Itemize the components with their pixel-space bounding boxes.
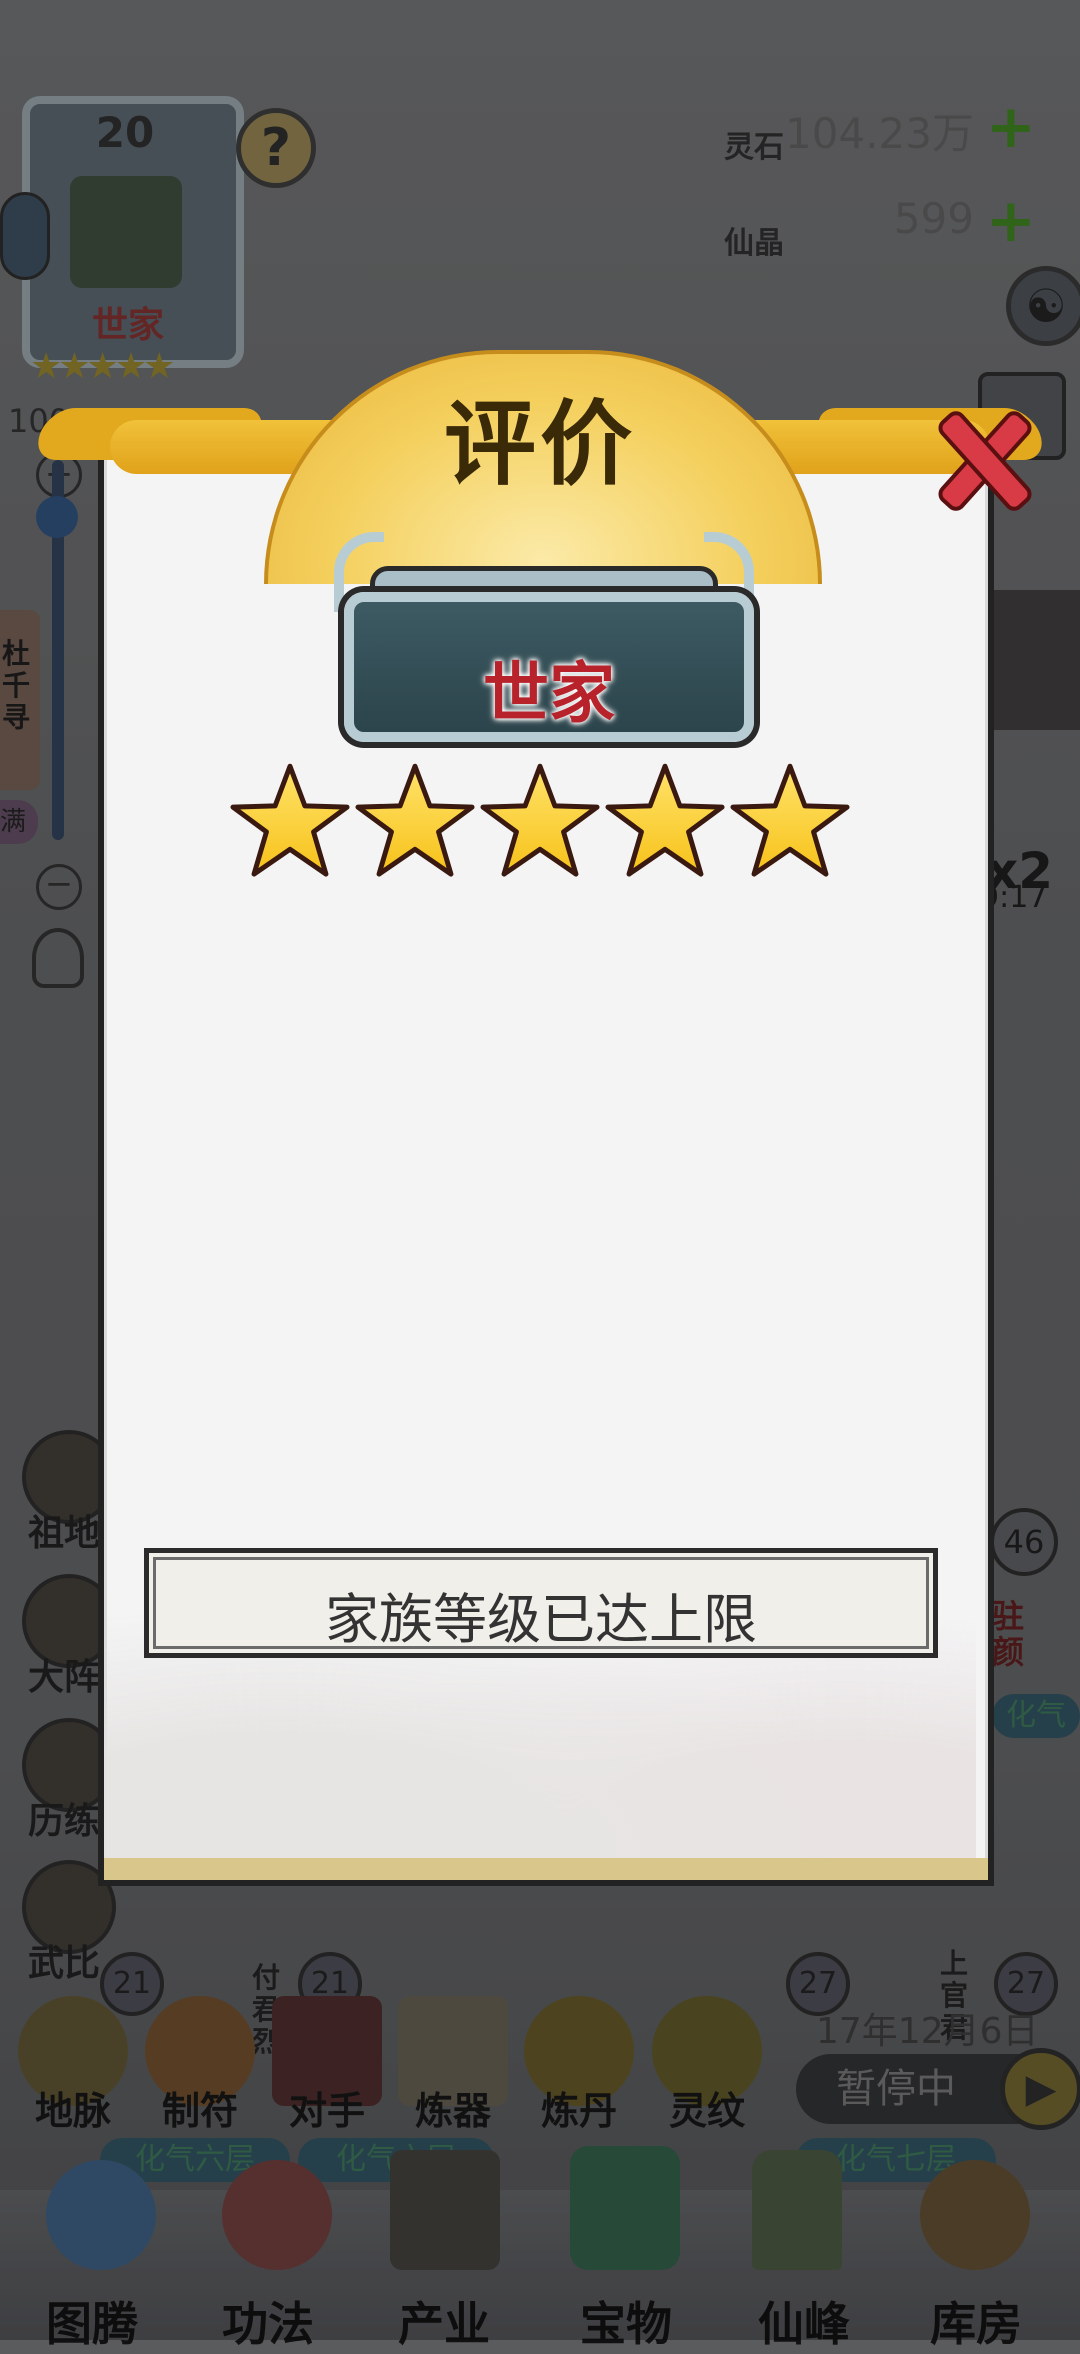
dialog-bottom-border <box>98 1858 994 1886</box>
star-icon <box>480 763 600 877</box>
rating-stars <box>228 760 852 890</box>
rank-label: 世家 <box>483 655 615 732</box>
star-icon <box>605 763 725 877</box>
close-x-icon[interactable] <box>920 402 1036 515</box>
star-icon <box>730 763 850 877</box>
dialog-title: 评价 <box>443 390 636 498</box>
level-cap-message: 家族等级已达上限 <box>325 1588 757 1651</box>
star-icon <box>230 763 350 877</box>
star-icon <box>355 763 475 877</box>
level-cap-notice: 家族等级已达上限 <box>144 1548 938 1658</box>
